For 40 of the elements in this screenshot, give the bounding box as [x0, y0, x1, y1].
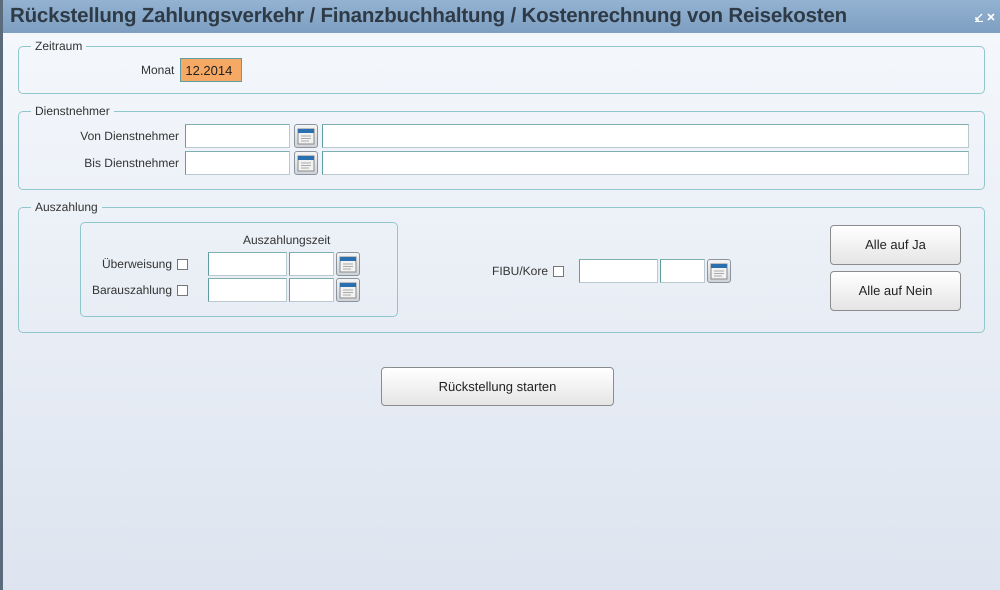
action-button[interactable]: Alle auf Nein [830, 271, 961, 311]
calendar-button[interactable] [294, 124, 318, 148]
calendar-button[interactable] [336, 278, 360, 302]
field-label: Monat [141, 62, 174, 79]
close-icon[interactable] [986, 12, 996, 22]
field-label: Barauszahlung [90, 282, 173, 299]
checkbox[interactable] [177, 258, 188, 270]
field-label: Bis Dienstnehmer [83, 155, 180, 172]
month-field[interactable]: 12.2014 [180, 58, 242, 82]
field-label: Überweisung [100, 256, 173, 273]
start-button[interactable]: Rückstellung starten [381, 367, 614, 406]
text-field[interactable] [579, 259, 658, 283]
checkbox[interactable] [553, 266, 564, 276]
action-button[interactable]: Alle auf Ja [830, 225, 961, 265]
calendar-icon [710, 262, 728, 280]
text-field[interactable] [208, 278, 287, 302]
window-title: Rückstellung Zahlungsverkehr / Finanzbuchhaltung / Kostenrechnung von Reisekosten [10, 3, 847, 30]
column-header: Auszahlungszeit [243, 232, 332, 249]
text-field[interactable] [660, 259, 706, 283]
calendar-icon [297, 127, 315, 145]
calendar-icon [297, 154, 315, 172]
text-field[interactable] [208, 252, 287, 276]
group-title: Dienstnehmer [34, 103, 111, 120]
text-field[interactable] [322, 124, 969, 148]
text-field[interactable] [185, 151, 290, 175]
group-title: Zeitraum [34, 38, 84, 55]
field-label: Von Dienstnehmer [79, 128, 180, 145]
text-field[interactable] [289, 278, 334, 302]
calendar-icon [339, 281, 357, 299]
calendar-icon [339, 255, 357, 273]
calendar-button[interactable] [294, 151, 318, 175]
text-field[interactable] [289, 252, 334, 276]
field-label: FIBU/Kore [492, 263, 550, 280]
checkbox[interactable] [177, 284, 188, 296]
text-field[interactable] [185, 124, 290, 148]
calendar-button[interactable] [336, 252, 360, 276]
group-title: Auszahlung [34, 199, 99, 216]
text-field[interactable] [322, 151, 969, 175]
restore-icon[interactable] [974, 12, 984, 22]
calendar-button[interactable] [707, 259, 732, 283]
